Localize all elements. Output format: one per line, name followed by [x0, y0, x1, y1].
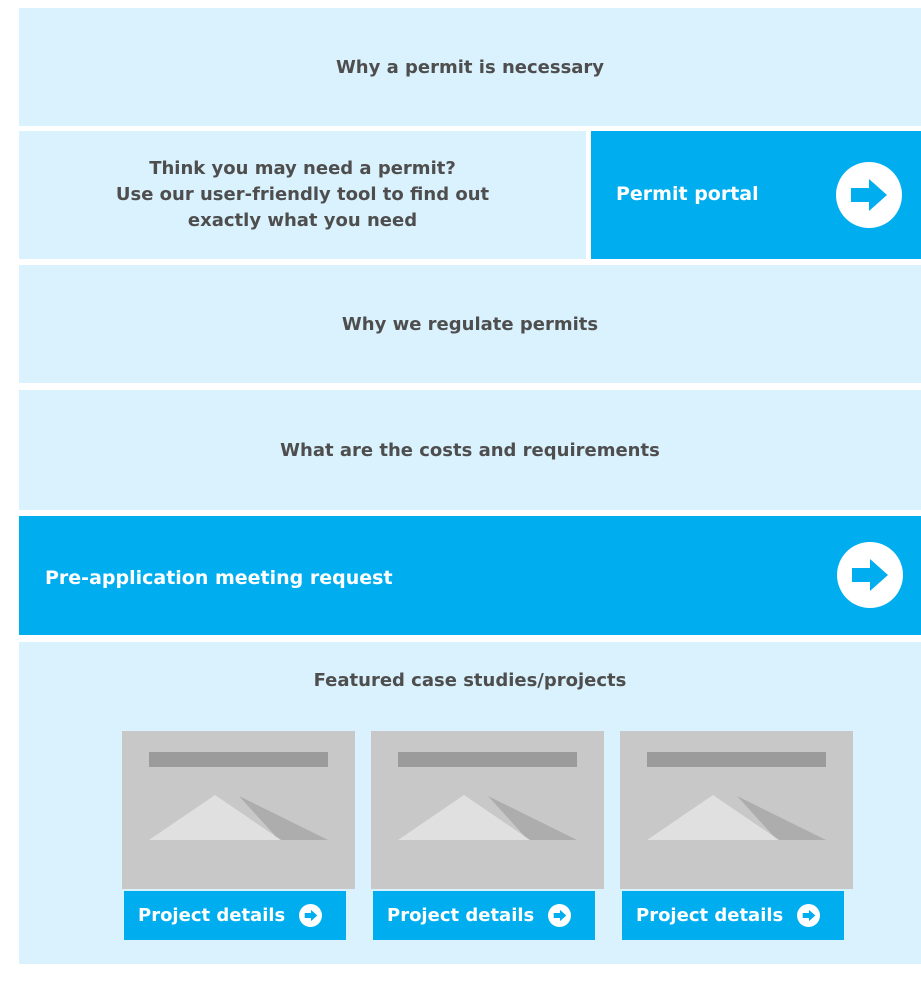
featured-projects-title: Featured case studies/projects	[313, 670, 627, 691]
why-permit-label: Why a permit is necessary	[335, 56, 605, 78]
project-details-button[interactable]: Project details	[622, 891, 844, 940]
arrow-right-circle-icon[interactable]	[836, 162, 902, 228]
costs-requirements-panel[interactable]: What are the costs and requirements	[19, 390, 921, 510]
permit-finder-line-3: exactly what you need	[187, 210, 418, 231]
permit-finder-panel: Think you may need a permit? Use our use…	[19, 131, 586, 259]
arrow-right-circle-icon	[299, 904, 323, 927]
featured-projects-section: Featured case studies/projects Project d…	[19, 642, 921, 964]
permit-portal-button[interactable]: Permit portal	[591, 131, 921, 259]
project-details-button[interactable]: Project details	[124, 891, 346, 940]
image-placeholder-icon	[398, 795, 577, 840]
permit-finder-line-1: Think you may need a permit?	[149, 158, 456, 179]
project-details-label: Project details	[138, 905, 286, 926]
arrow-right-circle-icon[interactable]	[837, 542, 903, 608]
pre-application-label: Pre-application meeting request	[45, 567, 393, 589]
permit-finder-text: Think you may need a permit? Use our use…	[116, 156, 489, 234]
permit-portal-label: Permit portal	[616, 183, 759, 205]
project-card-image	[122, 731, 355, 889]
project-details-button[interactable]: Project details	[373, 891, 595, 940]
why-regulate-label: Why we regulate permits	[341, 313, 599, 335]
permit-finder-line-2: Use our user-friendly tool to find out	[115, 184, 490, 205]
project-details-label: Project details	[636, 905, 784, 926]
arrow-right-circle-icon	[548, 904, 572, 927]
image-title-placeholder	[647, 752, 826, 767]
image-placeholder-icon	[149, 795, 328, 840]
why-regulate-panel[interactable]: Why we regulate permits	[19, 265, 921, 383]
project-card-image	[620, 731, 853, 889]
project-details-label: Project details	[387, 905, 535, 926]
project-card-image	[371, 731, 604, 889]
image-placeholder-icon	[647, 795, 826, 840]
arrow-right-circle-icon	[797, 904, 821, 927]
image-title-placeholder	[398, 752, 577, 767]
why-permit-panel[interactable]: Why a permit is necessary	[19, 8, 921, 126]
pre-application-meeting-button[interactable]: Pre-application meeting request	[19, 516, 921, 635]
image-title-placeholder	[149, 752, 328, 767]
costs-requirements-label: What are the costs and requirements	[280, 439, 660, 461]
